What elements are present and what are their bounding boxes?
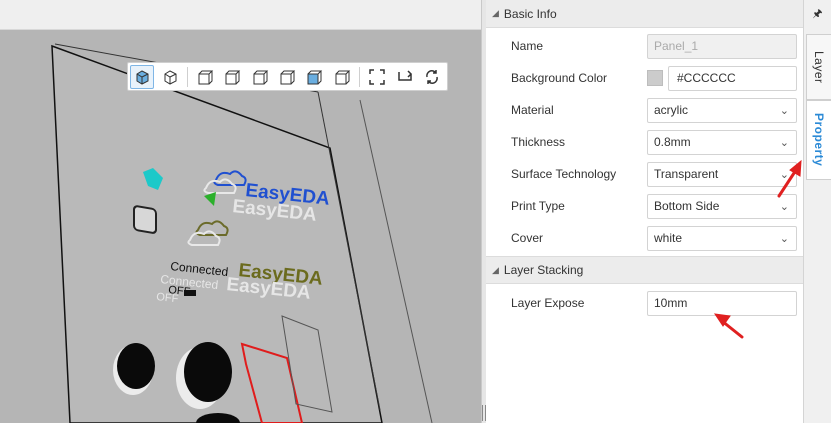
- layer-stacking-title: Layer Stacking: [503, 263, 584, 277]
- name-row: Name Panel_1: [486, 30, 803, 62]
- thickness-value: 0.8mm: [654, 135, 691, 149]
- property-panel: ◢ Basic Info Name Panel_1 Background Col…: [486, 0, 804, 423]
- collapse-caret-icon[interactable]: ◢: [492, 8, 499, 19]
- chevron-down-icon: ⌄: [779, 104, 789, 117]
- refresh-icon[interactable]: [420, 65, 444, 89]
- surface-technology-select[interactable]: Transparent ⌄: [647, 161, 797, 187]
- print-type-select[interactable]: Bottom Side ⌄: [647, 193, 797, 219]
- switch-indicator: [184, 290, 196, 296]
- material-value: acrylic: [654, 103, 689, 117]
- view-front-icon[interactable]: [193, 65, 217, 89]
- cover-row: Cover white ⌄: [486, 222, 803, 254]
- thickness-row: Thickness 0.8mm ⌄: [486, 126, 803, 158]
- view-toolbar: [127, 62, 448, 91]
- layer-stacking-header[interactable]: ◢ Layer Stacking: [486, 256, 803, 284]
- view-top-icon[interactable]: [302, 65, 326, 89]
- print-type-value: Bottom Side: [654, 199, 720, 213]
- cover-select[interactable]: white ⌄: [647, 225, 797, 251]
- print-type-label: Print Type: [511, 199, 565, 213]
- name-label: Name: [511, 39, 544, 53]
- tab-layer-label: Layer: [812, 50, 826, 84]
- cover-label: Cover: [511, 231, 544, 245]
- fit-view-icon[interactable]: [365, 65, 389, 89]
- view-3d-wire-icon[interactable]: [157, 65, 181, 89]
- cover-value: white: [654, 231, 683, 245]
- layer-expose-row: Layer Expose 10mm: [486, 287, 803, 319]
- hole-1: [117, 343, 155, 389]
- background-color-label: Background Color: [511, 71, 608, 85]
- surface-technology-row: Surface Technology Transparent ⌄: [486, 158, 803, 190]
- layer-expose-label: Layer Expose: [511, 296, 585, 310]
- side-tabs: 🖈 Layer Property: [804, 0, 831, 423]
- tab-property[interactable]: Property: [806, 100, 831, 180]
- flip-icon[interactable]: [392, 65, 416, 89]
- name-input: Panel_1: [647, 33, 797, 59]
- chevron-down-icon: ⌄: [779, 200, 789, 213]
- toolbar-separator: [186, 66, 188, 87]
- view-right-icon[interactable]: [275, 65, 299, 89]
- material-select[interactable]: acrylic ⌄: [647, 97, 797, 123]
- tab-layer[interactable]: Layer: [806, 34, 831, 100]
- basic-info-header[interactable]: ◢ Basic Info: [486, 0, 803, 28]
- surface-technology-value: Transparent: [654, 167, 719, 181]
- material-label: Material: [511, 103, 554, 117]
- material-row: Material acrylic ⌄: [486, 94, 803, 126]
- pin-icon[interactable]: 🖈: [804, 0, 831, 28]
- surface-technology-label: Surface Technology: [511, 167, 617, 181]
- toolbar-separator: [358, 66, 360, 87]
- view-back-icon[interactable]: [220, 65, 244, 89]
- tab-property-label: Property: [812, 113, 826, 167]
- chevron-down-icon: ⌄: [779, 232, 789, 245]
- view-3d-solid-icon[interactable]: [130, 64, 155, 89]
- chevron-down-icon: ⌄: [779, 168, 789, 181]
- view-left-icon[interactable]: [247, 65, 271, 89]
- view-bottom-icon[interactable]: [330, 65, 354, 89]
- switch-state-shadow: OFF: [156, 291, 179, 305]
- color-swatch[interactable]: [647, 70, 663, 86]
- switch-body: [133, 205, 157, 234]
- collapse-caret-icon[interactable]: ◢: [492, 265, 499, 276]
- thickness-select[interactable]: 0.8mm ⌄: [647, 129, 797, 155]
- background-color-row: Background Color #CCCCCC: [486, 62, 803, 94]
- background-color-input[interactable]: #CCCCCC: [668, 65, 797, 91]
- 3d-viewport[interactable]: EasyEDA EasyEDA EasyEDA EasyEDA Connecte…: [0, 0, 481, 423]
- layer-expose-input[interactable]: 10mm: [647, 290, 797, 316]
- thickness-label: Thickness: [511, 135, 566, 149]
- basic-info-title: Basic Info: [503, 6, 557, 21]
- chevron-down-icon: ⌄: [779, 136, 789, 149]
- print-type-row: Print Type Bottom Side ⌄: [486, 190, 803, 222]
- hole-2: [184, 342, 232, 402]
